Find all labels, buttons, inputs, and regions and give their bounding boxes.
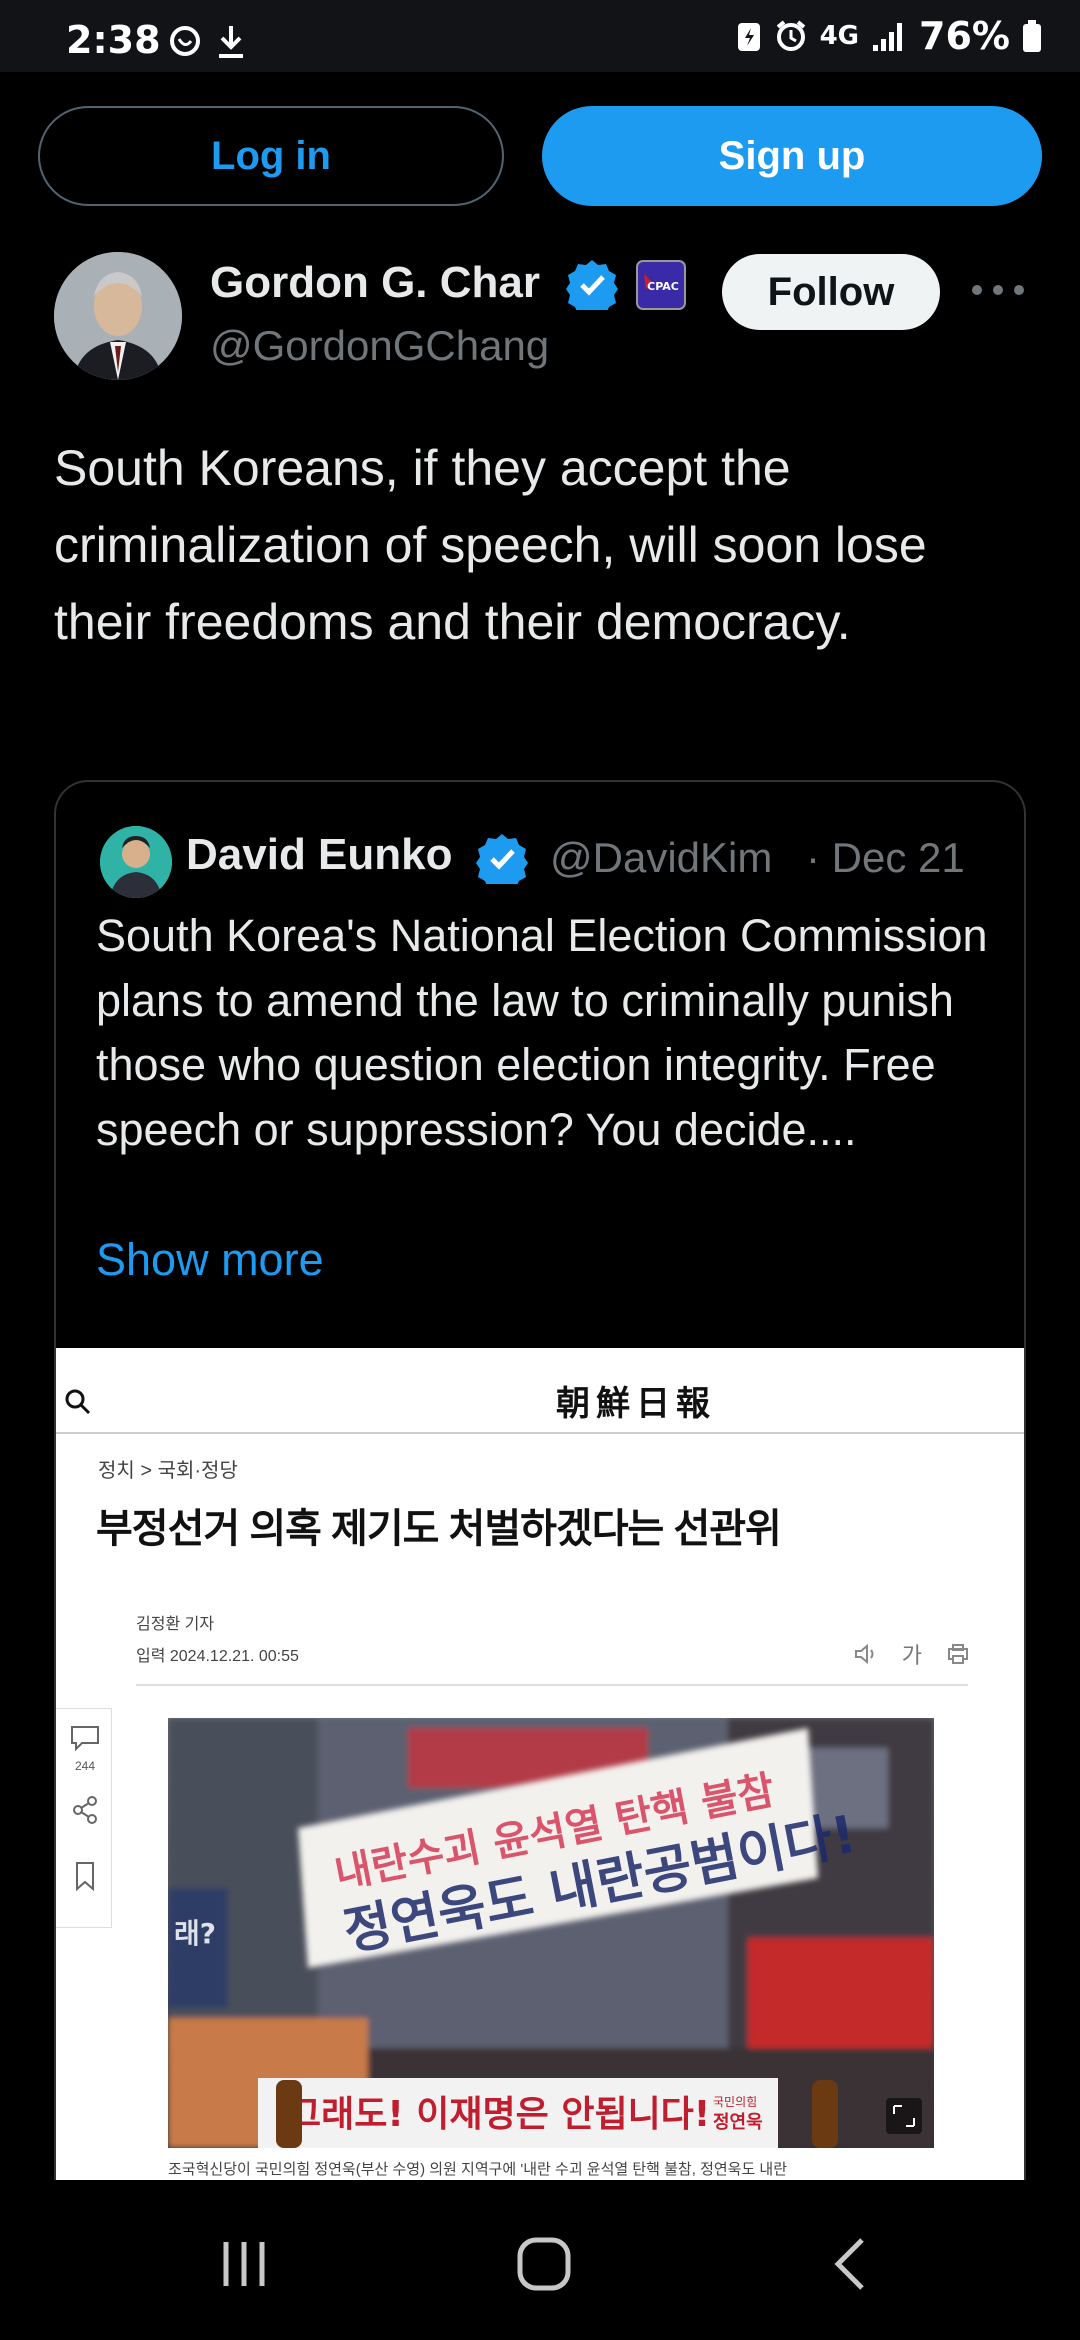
protest-banner-photo: 내란수괴 윤석열 탄핵 불참 정연욱도 내란공범이다! 래? 그래도! 이재명은…	[168, 1718, 934, 2148]
article-date: 입력 2024.12.21. 00:55	[136, 1648, 299, 1665]
comment-icon	[71, 1726, 99, 1752]
recent-apps-icon[interactable]	[216, 2236, 272, 2292]
battery-percent: 76%	[919, 14, 1010, 58]
article-reporter: 김정환 기자	[136, 1616, 215, 1633]
status-right-group: 4G 76%	[736, 14, 1042, 58]
show-more-link[interactable]: Show more	[96, 1234, 324, 1286]
quoted-verified-badge-icon	[476, 834, 528, 884]
android-navigation-bar	[0, 2180, 1080, 2340]
article-headline: 부정선거 의혹 제기도 처벌하겠다는 선관위	[96, 1507, 782, 1551]
quoted-author-name[interactable]: David Eunko	[186, 830, 453, 880]
comment-count: 244	[74, 1759, 96, 1773]
tweet-text: South Koreans, if they accept the crimin…	[54, 440, 927, 650]
article-divider	[136, 1684, 968, 1686]
status-time: 2:38	[66, 18, 161, 62]
quoted-tweet-text: South Korea's National Election Commissi…	[96, 910, 988, 1155]
author-avatar[interactable]	[54, 252, 182, 380]
author-name[interactable]: Gordon G. Char	[210, 258, 564, 308]
avatar-portrait	[54, 252, 182, 380]
quoted-author-handle[interactable]: @DavidKim	[550, 834, 800, 882]
bookmark-icon	[76, 1862, 94, 1892]
author-handle[interactable]: @GordonGChang	[210, 322, 549, 370]
more-options-icon[interactable]	[972, 270, 1024, 310]
speaker-icon	[854, 1643, 874, 1665]
quoted-tweet-card[interactable]: David Eunko @DavidKim · Dec 21 South Kor…	[54, 780, 1026, 2300]
article-share-rail: 244	[56, 1708, 112, 1928]
article-breadcrumb: 정치 > 국회·정당	[98, 1460, 238, 1482]
quoted-tweet-date[interactable]: · Dec 21	[806, 834, 965, 882]
signal-icon	[873, 23, 903, 51]
bottom-banner-text: 그래도! 이재명은 안됩니다!	[288, 2094, 710, 2135]
login-button[interactable]: Log in	[38, 106, 504, 206]
print-icon	[948, 1644, 968, 1664]
bottom-banner-name: 정연욱	[713, 2112, 763, 2133]
bottom-banner-party: 국민의힘	[713, 2095, 757, 2109]
verified-badge-icon	[566, 260, 618, 310]
affiliation-badge-icon[interactable]: CPAC	[636, 260, 686, 310]
battery-saver-icon	[737, 23, 760, 51]
article-photo: 내란수괴 윤석열 탄핵 불참 정연욱도 내란공범이다! 래? 그래도! 이재명은…	[168, 1718, 934, 2148]
network-type: 4G	[819, 21, 860, 51]
affiliation-badge-label: CPAC	[647, 280, 679, 293]
article-photo-caption: 조국혁신당이 국민의힘 정연욱(부산 수영) 의원 지역구에 '내란 수괴 윤석…	[168, 2161, 788, 2178]
font-size-label: 가	[901, 1643, 922, 1668]
battery-icon	[1023, 20, 1041, 52]
whatsapp-icon	[170, 26, 200, 56]
share-icon	[73, 1796, 97, 1824]
download-icon	[219, 26, 243, 58]
search-icon	[65, 1389, 91, 1415]
quoted-avatar-portrait	[100, 826, 172, 898]
alarm-icon	[776, 20, 805, 51]
newspaper-logo: 朝鮮日報	[556, 1384, 716, 1424]
back-icon[interactable]	[828, 2236, 874, 2292]
home-icon[interactable]	[516, 2236, 572, 2292]
follow-button[interactable]: Follow	[722, 254, 940, 330]
quoted-author-avatar[interactable]	[100, 826, 172, 898]
article-topbar: 朝鮮日報	[56, 1348, 1024, 1434]
side-sign-text: 래?	[174, 1917, 216, 1950]
signup-button[interactable]: Sign up	[542, 106, 1042, 206]
article-tools: 가	[854, 1638, 970, 1670]
attached-article-image[interactable]: 朝鮮日報 정치 > 국회·정당 부정선거 의혹 제기도 처벌하겠다는 선관위 김…	[56, 1348, 1024, 2300]
status-bar: 2:38 4G 76%	[0, 0, 1080, 72]
